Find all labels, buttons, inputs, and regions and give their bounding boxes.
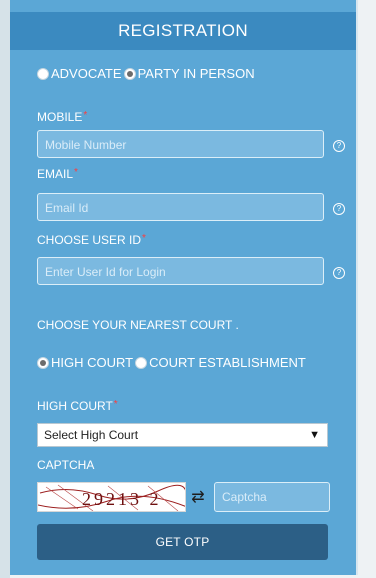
user-type-radio-group: ADVOCATE PARTY IN PERSON	[37, 66, 257, 81]
email-label-text: EMAIL	[37, 167, 74, 181]
court-type-radio-group: HIGH COURT COURT ESTABLISHMENT	[37, 355, 308, 370]
high-court-select-label: HIGH COURT*	[37, 399, 118, 413]
chevron-down-icon: ▼	[309, 429, 320, 441]
mobile-label-text: MOBILE	[37, 110, 83, 124]
captcha-placeholder: Captcha	[222, 490, 267, 504]
email-required-mark: *	[74, 167, 78, 178]
party-in-person-label: PARTY IN PERSON	[137, 66, 255, 81]
high-court-select-label-text: HIGH COURT	[37, 399, 113, 413]
captcha-image-text: 29213 2	[82, 489, 162, 509]
mobile-input[interactable]: Mobile Number	[37, 130, 324, 158]
user-id-required-mark: *	[142, 233, 146, 244]
court-prompt: CHOOSE YOUR NEAREST COURT .	[37, 318, 239, 332]
high-court-label: HIGH COURT	[51, 355, 134, 370]
high-court-select[interactable]: Select High Court ▼	[37, 423, 328, 447]
court-establishment-label: COURT ESTABLISHMENT	[149, 355, 306, 370]
court-establishment-radio[interactable]	[135, 356, 148, 369]
user-id-help-icon[interactable]: ?	[333, 267, 345, 279]
email-help-icon[interactable]: ?	[333, 203, 345, 215]
party-in-person-radio[interactable]	[123, 67, 136, 80]
left-shade	[0, 0, 10, 578]
mobile-required-mark: *	[83, 110, 88, 121]
user-id-label-text: CHOOSE USER ID	[37, 233, 142, 247]
high-court-selected-value: Select High Court	[44, 428, 139, 442]
user-id-placeholder: Enter User Id for Login	[45, 265, 166, 279]
mobile-placeholder: Mobile Number	[45, 138, 127, 152]
high-court-radio[interactable]	[37, 356, 49, 369]
page-title: REGISTRATION	[10, 12, 356, 50]
email-input[interactable]: Email Id	[37, 193, 324, 221]
advocate-radio[interactable]	[37, 67, 49, 80]
high-court-required-mark: *	[113, 399, 118, 410]
refresh-icon[interactable]: ⇄	[188, 488, 208, 508]
user-id-input[interactable]: Enter User Id for Login	[37, 257, 324, 285]
captcha-input[interactable]: Captcha	[214, 482, 330, 512]
captcha-image: 29213 2	[37, 482, 186, 512]
captcha-label: CAPTCHA	[37, 458, 95, 472]
mobile-help-icon[interactable]: ?	[333, 140, 345, 152]
user-id-label: CHOOSE USER ID*	[37, 233, 146, 247]
get-otp-button[interactable]: GET OTP	[37, 524, 328, 560]
mobile-label: MOBILE*	[37, 110, 87, 124]
email-label: EMAIL*	[37, 167, 78, 181]
email-placeholder: Email Id	[45, 201, 89, 215]
advocate-label: ADVOCATE	[51, 66, 122, 81]
